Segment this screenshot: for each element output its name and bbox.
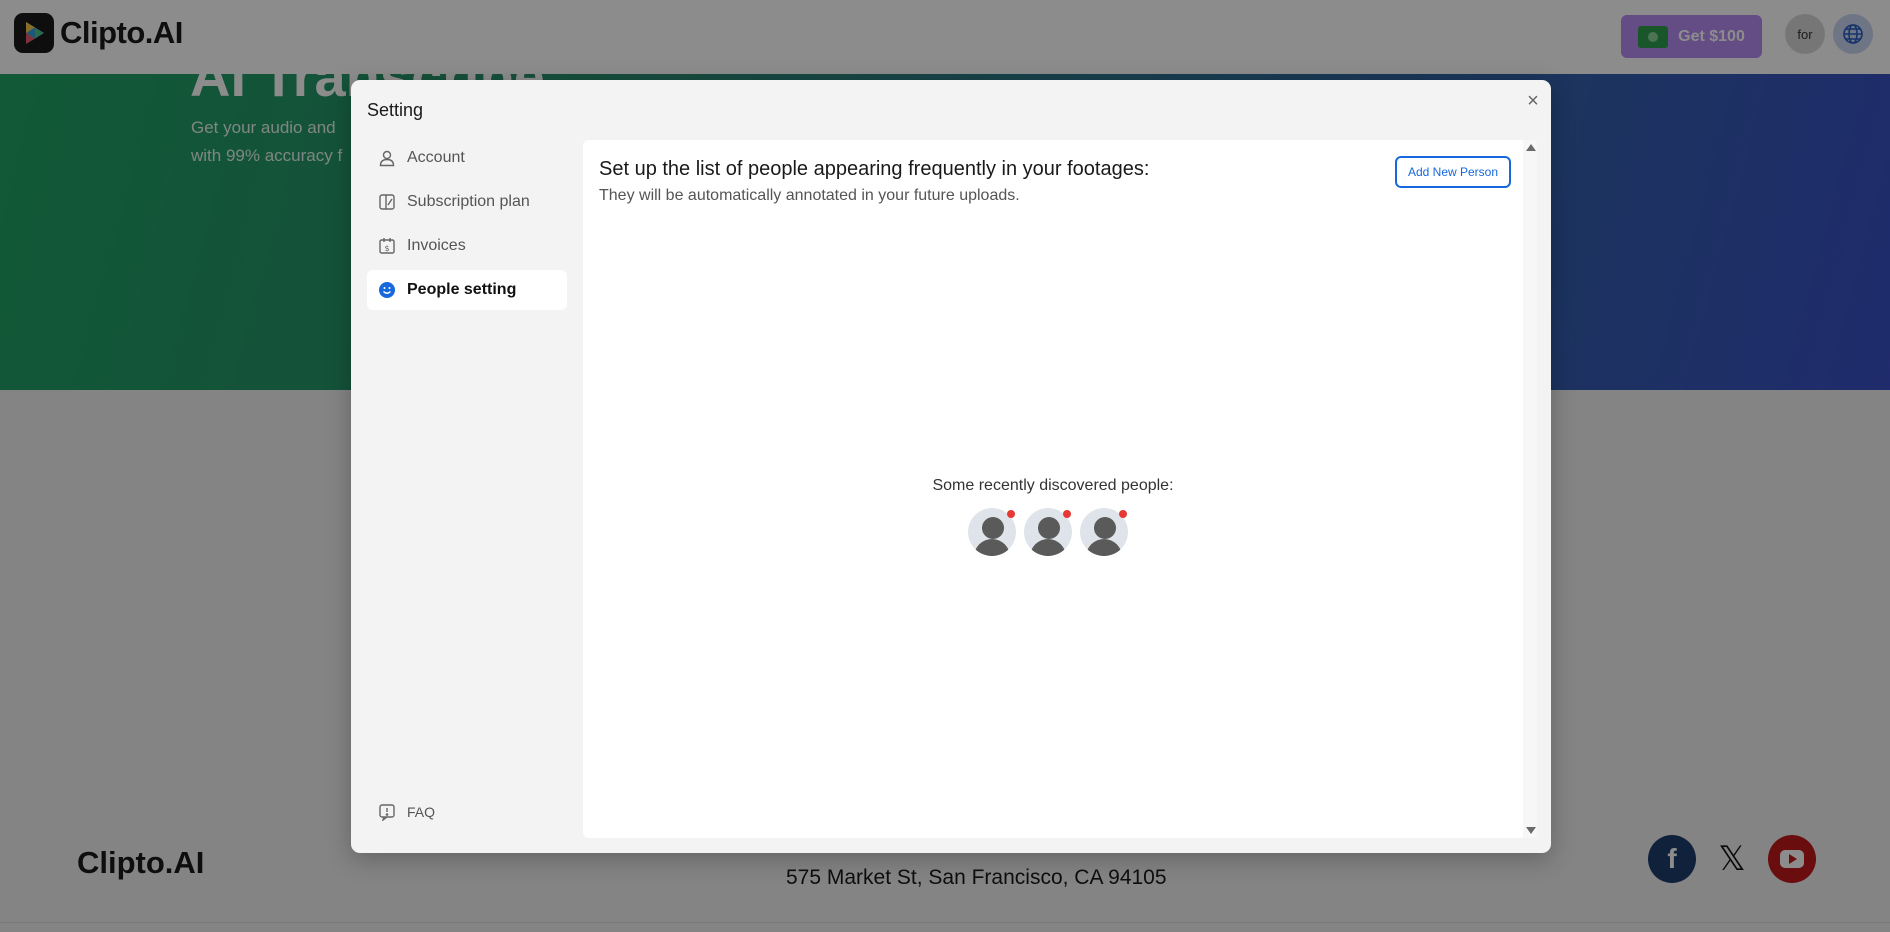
panel-title: Set up the list of people appearing freq… [599, 158, 1150, 180]
new-indicator-dot [1119, 510, 1127, 518]
nav-item-people-setting[interactable]: People setting [367, 270, 567, 310]
nav-item-label: People setting [407, 281, 517, 298]
settings-nav: Account Subscription plan $ Invoices Peo… [367, 138, 567, 314]
nav-item-invoices[interactable]: $ Invoices [367, 226, 567, 266]
smile-icon [377, 280, 397, 300]
subscription-icon [377, 192, 397, 212]
nav-item-subscription[interactable]: Subscription plan [367, 182, 567, 222]
people-setting-panel: Set up the list of people appearing freq… [583, 140, 1537, 838]
close-icon[interactable]: × [1521, 89, 1545, 113]
nav-item-label: Subscription plan [407, 193, 530, 210]
discovered-person[interactable] [1080, 508, 1128, 556]
svg-text:$: $ [385, 244, 390, 253]
faq-icon [377, 802, 397, 822]
panel-subtitle: They will be automatically annotated in … [599, 187, 1020, 204]
modal-title: Setting [367, 100, 424, 120]
user-icon [377, 148, 397, 168]
discovered-person[interactable] [1024, 508, 1072, 556]
discovered-people-list [968, 508, 1128, 556]
nav-item-account[interactable]: Account [367, 138, 567, 178]
scroll-up-arrow-icon[interactable] [1526, 144, 1536, 151]
new-indicator-dot [1063, 510, 1071, 518]
panel-scrollbar[interactable] [1523, 140, 1537, 838]
invoice-icon: $ [377, 236, 397, 256]
add-new-person-button[interactable]: Add New Person [1395, 156, 1511, 188]
nav-item-label: Invoices [407, 237, 466, 254]
new-indicator-dot [1007, 510, 1015, 518]
nav-item-label: Account [407, 149, 465, 166]
discovered-people-label: Some recently discovered people: [932, 477, 1174, 494]
faq-label: FAQ [407, 804, 436, 820]
settings-modal: Setting × Account Subscription plan $ In… [351, 80, 1551, 853]
faq-link[interactable]: FAQ [367, 802, 435, 822]
discovered-person[interactable] [968, 508, 1016, 556]
scroll-down-arrow-icon[interactable] [1526, 827, 1536, 834]
